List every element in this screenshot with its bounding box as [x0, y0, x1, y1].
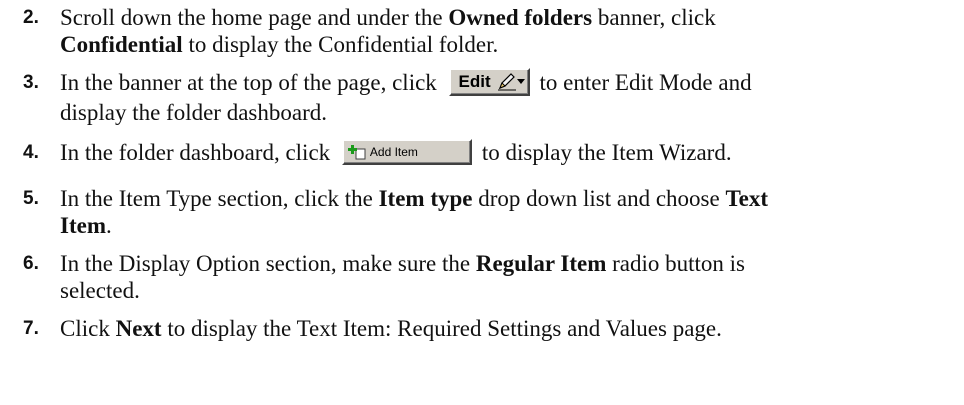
edit-button[interactable]: Edit	[448, 67, 530, 96]
plus-icon	[347, 144, 366, 160]
step-number: 3.	[23, 72, 39, 93]
add-item-label: Add Item	[369, 144, 418, 159]
pencil-icon	[497, 72, 516, 91]
instruction-steps: 2. Scroll down the home page and under t…	[0, 0, 964, 405]
step-text: Scroll down the home page and under the …	[60, 5, 716, 57]
step-number: 6.	[23, 253, 39, 274]
step-text: Click Next to display the Text Item: Req…	[60, 316, 722, 341]
owned-folders-term: Owned folders	[448, 5, 593, 30]
step-text: In the Item Type section, click the Item…	[60, 186, 769, 238]
item-term: Item	[60, 213, 106, 238]
text-term: Text	[725, 186, 769, 211]
step-number: 4.	[23, 142, 39, 163]
next-term: Next	[115, 316, 162, 341]
step-number: 2.	[23, 7, 39, 28]
chevron-down-icon	[516, 78, 525, 84]
step-text: In the folder dashboard, click Add Item …	[60, 138, 732, 165]
edit-button-label: Edit	[458, 71, 491, 91]
item-type-term: Item type	[378, 186, 473, 211]
step-number: 5.	[23, 188, 39, 209]
confidential-term: Confidential	[60, 32, 183, 57]
regular-item-term: Regular Item	[475, 251, 607, 276]
add-item-button[interactable]: Add Item	[341, 138, 472, 165]
step-text: In the banner at the top of the page, cl…	[60, 67, 950, 126]
step-text: In the Display Option section, make sure…	[60, 251, 745, 303]
step-number: 7.	[23, 318, 39, 339]
